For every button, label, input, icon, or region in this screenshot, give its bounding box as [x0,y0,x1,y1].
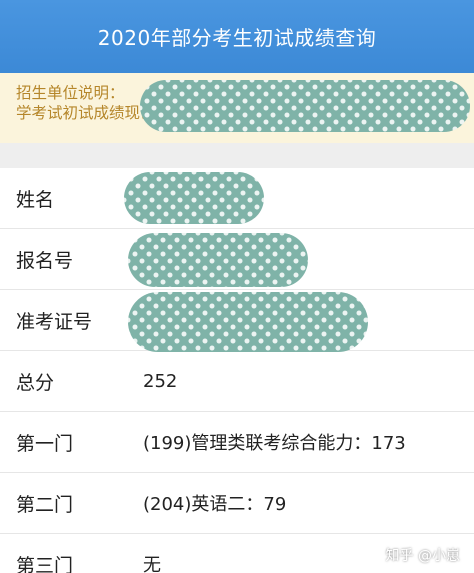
row-total-score: 总分 252 [0,351,474,412]
subject-1-value: (199)管理类联考综合能力：173 [143,433,406,454]
row-label: 第三门 [16,554,74,573]
row-label: 第一门 [16,432,74,455]
row-admission-ticket-number: 准考证号 [0,290,474,352]
score-table: 姓名 报名号 准考证号 总分 252 第一门 (199)管理类联考综合能力：17… [0,168,474,573]
zhihu-watermark: 知乎 @小崽 [385,548,460,564]
row-label: 报名号 [16,249,74,272]
row-label: 第二门 [16,493,74,516]
notice-redaction [140,80,470,132]
row-label: 准考证号 [16,310,93,333]
row-label: 姓名 [16,188,55,211]
subject-2-value: (204)英语二：79 [143,494,287,515]
row-name: 姓名 [0,168,474,229]
row-registration-number: 报名号 [0,229,474,290]
page-header: 2020年部分考生初试成绩查询 [0,0,474,73]
page-title: 2020年部分考生初试成绩查询 [97,26,377,50]
registration-number-redaction [128,233,308,287]
total-score-value: 252 [143,370,178,392]
row-subject-1: 第一门 (199)管理类联考综合能力：173 [0,412,474,473]
row-label: 总分 [16,371,55,394]
name-redaction [124,172,264,224]
row-subject-2: 第二门 (204)英语二：79 [0,473,474,534]
admission-ticket-redaction [128,292,368,352]
subject-3-value: 无 [143,555,161,573]
section-divider [0,143,474,168]
